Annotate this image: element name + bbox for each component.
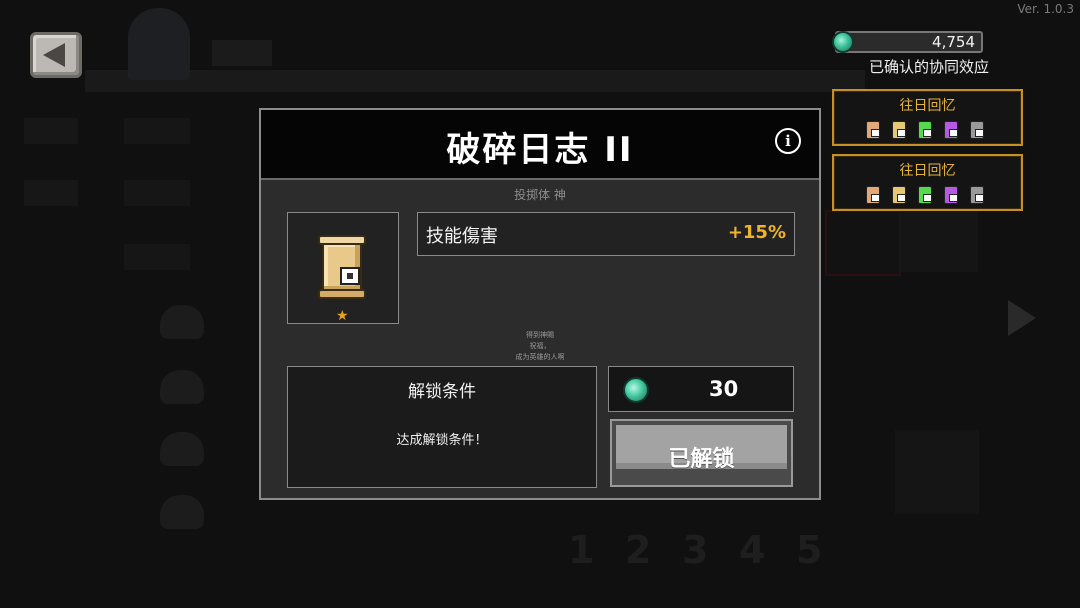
unlock-condition-title: 解锁条件 <box>408 382 476 402</box>
scroll-icon <box>942 119 958 139</box>
item-detail-modal: 破碎日志 II i 投掷体 神 ★ 技能傷害 +15% 得到神賜 祝福， 成为英… <box>259 108 821 500</box>
unlock-condition-panel: 解锁条件 达成解锁条件！ <box>287 366 597 488</box>
scroll-icon <box>968 184 984 204</box>
background-menu-item <box>124 244 190 270</box>
gem-amount: 4,754 <box>932 33 975 51</box>
background-menu-item <box>124 118 190 144</box>
scroll-icon <box>318 233 366 299</box>
gem-icon <box>832 31 854 53</box>
back-arrow-icon <box>43 43 65 67</box>
background-menu-tab <box>24 118 78 144</box>
unlock-condition-description: 达成解锁条件！ <box>396 433 488 448</box>
modal-header: 破碎日志 II i <box>261 110 819 180</box>
unlocked-button[interactable]: 已解锁 <box>610 419 793 487</box>
scroll-icon <box>864 119 880 139</box>
background-page-number: 1 <box>568 528 595 572</box>
synergy-card-name: 往日回忆 <box>899 163 956 179</box>
background-item-icon <box>160 432 204 466</box>
scroll-icon <box>916 119 932 139</box>
background-item-icon <box>160 370 204 404</box>
synergy-card-icons <box>864 119 984 139</box>
scroll-icon <box>942 184 958 204</box>
star-icon: ★ <box>336 308 349 324</box>
synergy-card-name: 往日回忆 <box>899 98 956 114</box>
flavor-line: 成为英雄的人啊 <box>515 353 565 361</box>
background-slot <box>895 430 979 514</box>
unlocked-button-label: 已解锁 <box>668 447 735 472</box>
background-page-number: 4 <box>739 528 766 572</box>
scroll-icon <box>968 119 984 139</box>
version-label: Ver. 1.0.3 <box>1017 2 1074 16</box>
cost-value: 30 <box>709 377 739 401</box>
background-next-arrow <box>1008 300 1036 336</box>
modal-title: 破碎日志 II <box>446 130 634 170</box>
gem-icon <box>623 377 649 403</box>
background-page-number: 5 <box>796 528 823 572</box>
synergy-card[interactable]: 往日回忆 <box>832 154 1023 211</box>
synergy-card-icons <box>864 184 984 204</box>
background-hero-portrait <box>128 8 190 80</box>
scroll-icon <box>864 184 880 204</box>
synergy-card[interactable]: 往日回忆 <box>832 89 1023 146</box>
background-item-icon <box>160 495 204 529</box>
background-menu-tab <box>24 180 78 206</box>
stat-row: 技能傷害 +15% <box>417 212 795 256</box>
info-icon[interactable]: i <box>775 128 801 154</box>
background-item-icon <box>160 305 204 339</box>
item-frame: ★ <box>287 212 399 324</box>
background-slot <box>825 210 901 276</box>
synergy-title: 已确认的协同效应 <box>868 58 989 76</box>
stat-name: 技能傷害 <box>426 226 498 247</box>
scroll-icon <box>916 184 932 204</box>
background-menu-item <box>124 180 190 206</box>
flavor-line: 得到神賜 <box>526 331 554 339</box>
stat-value: +15% <box>727 222 786 243</box>
background-page-number: 3 <box>682 528 709 572</box>
flavor-text: 得到神賜 祝福， 成为英雄的人啊 <box>261 330 819 363</box>
background-page-number: 2 <box>625 528 652 572</box>
background-title <box>212 40 272 66</box>
scroll-icon <box>890 184 906 204</box>
cost-display: 30 <box>608 366 794 412</box>
gem-counter: 4,754 <box>835 31 983 53</box>
background-header-strip <box>85 70 865 92</box>
item-category: 投掷体 神 <box>514 188 566 202</box>
flavor-line: 祝福， <box>529 342 551 350</box>
back-button[interactable] <box>30 32 82 78</box>
background-slot <box>900 210 978 272</box>
scroll-icon <box>890 119 906 139</box>
